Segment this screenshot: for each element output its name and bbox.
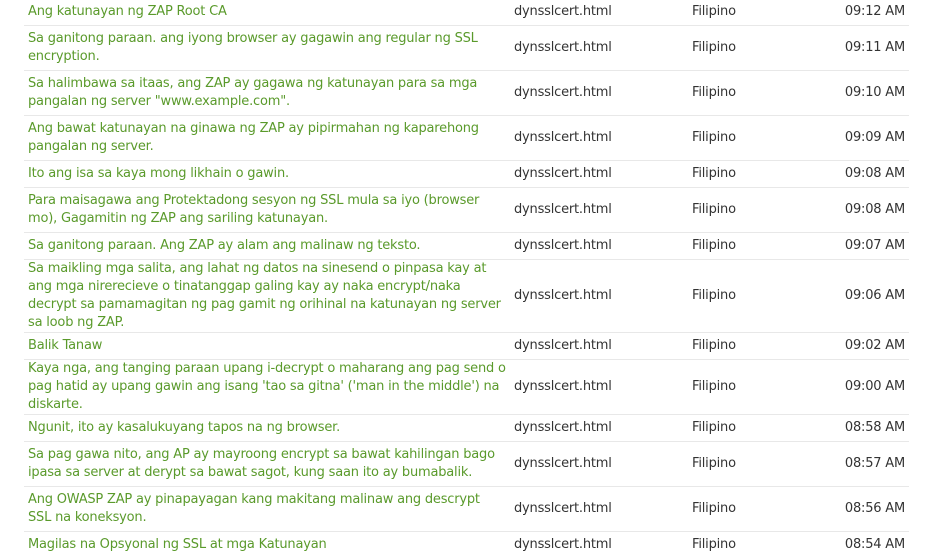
time-cell: 09:10 AM — [816, 70, 909, 116]
language-cell: Filipino — [688, 232, 816, 260]
string-cell: Sa maikling mga salita, ang lahat ng dat… — [24, 259, 510, 333]
language-cell: Filipino — [688, 486, 816, 532]
string-link[interactable]: Ang OWASP ZAP ay pinapayagan kang makita… — [28, 492, 480, 525]
string-cell: Magilas na Opsyonal ng SSL at mga Katuna… — [24, 531, 510, 558]
file-cell: dynsslcert.html — [510, 70, 688, 116]
file-cell: dynsslcert.html — [510, 187, 688, 233]
activity-list-container: Ang katunayan ng ZAP Root CA dynsslcert.… — [0, 0, 942, 558]
string-link[interactable]: Sa pag gawa nito, ang AP ay mayroong enc… — [28, 447, 495, 480]
string-cell: Ang katunayan ng ZAP Root CA — [24, 0, 510, 26]
table-row: Magilas na Opsyonal ng SSL at mga Katuna… — [24, 531, 909, 558]
string-link[interactable]: Sa ganitong paraan. ang iyong browser ay… — [28, 31, 478, 64]
table-row: Sa ganitong paraan. ang iyong browser ay… — [24, 25, 909, 71]
string-cell: Sa pag gawa nito, ang AP ay mayroong enc… — [24, 441, 510, 487]
language-cell: Filipino — [688, 115, 816, 161]
time-cell: 09:11 AM — [816, 25, 909, 71]
language-cell: Filipino — [688, 332, 816, 360]
string-cell: Para maisagawa ang Protektadong sesyon n… — [24, 187, 510, 233]
file-cell: dynsslcert.html — [510, 25, 688, 71]
string-cell: Kaya nga, ang tanging paraan upang i-dec… — [24, 359, 510, 415]
string-cell: Sa ganitong paraan. Ang ZAP ay alam ang … — [24, 232, 510, 260]
time-cell: 09:09 AM — [816, 115, 909, 161]
time-cell: 09:12 AM — [816, 0, 909, 26]
string-cell: Ang bawat katunayan na ginawa ng ZAP ay … — [24, 115, 510, 161]
string-cell: Ito ang isa sa kaya mong likhain o gawin… — [24, 160, 510, 188]
string-link[interactable]: Kaya nga, ang tanging paraan upang i-dec… — [28, 361, 506, 412]
table-row: Balik Tanaw dynsslcert.html Filipino 09:… — [24, 332, 909, 360]
string-cell: Ang OWASP ZAP ay pinapayagan kang makita… — [24, 486, 510, 532]
file-cell: dynsslcert.html — [510, 531, 688, 558]
table-row: Ang OWASP ZAP ay pinapayagan kang makita… — [24, 486, 909, 532]
time-cell: 09:02 AM — [816, 332, 909, 360]
string-link[interactable]: Para maisagawa ang Protektadong sesyon n… — [28, 193, 479, 226]
activity-table: Ang katunayan ng ZAP Root CA dynsslcert.… — [24, 0, 909, 558]
table-row: Sa pag gawa nito, ang AP ay mayroong enc… — [24, 441, 909, 487]
table-row: Para maisagawa ang Protektadong sesyon n… — [24, 187, 909, 233]
language-cell: Filipino — [688, 414, 816, 442]
file-cell: dynsslcert.html — [510, 259, 688, 333]
language-cell: Filipino — [688, 0, 816, 26]
table-row: Ang katunayan ng ZAP Root CA dynsslcert.… — [24, 0, 909, 26]
string-link[interactable]: Sa halimbawa sa itaas, ang ZAP ay gagawa… — [28, 76, 477, 109]
language-cell: Filipino — [688, 441, 816, 487]
table-row: Kaya nga, ang tanging paraan upang i-dec… — [24, 359, 909, 415]
file-cell: dynsslcert.html — [510, 359, 688, 415]
table-row: Sa halimbawa sa itaas, ang ZAP ay gagawa… — [24, 70, 909, 116]
string-link[interactable]: Balik Tanaw — [28, 338, 102, 353]
language-cell: Filipino — [688, 259, 816, 333]
file-cell: dynsslcert.html — [510, 332, 688, 360]
string-cell: Ngunit, ito ay kasalukuyang tapos na ng … — [24, 414, 510, 442]
string-cell: Sa halimbawa sa itaas, ang ZAP ay gagawa… — [24, 70, 510, 116]
string-link[interactable]: Sa maikling mga salita, ang lahat ng dat… — [28, 261, 501, 330]
string-cell: Sa ganitong paraan. ang iyong browser ay… — [24, 25, 510, 71]
file-cell: dynsslcert.html — [510, 160, 688, 188]
time-cell: 09:00 AM — [816, 359, 909, 415]
table-row: Ngunit, ito ay kasalukuyang tapos na ng … — [24, 414, 909, 442]
table-row: Sa ganitong paraan. Ang ZAP ay alam ang … — [24, 232, 909, 260]
time-cell: 09:07 AM — [816, 232, 909, 260]
language-cell: Filipino — [688, 70, 816, 116]
string-cell: Balik Tanaw — [24, 332, 510, 360]
time-cell: 08:58 AM — [816, 414, 909, 442]
file-cell: dynsslcert.html — [510, 441, 688, 487]
language-cell: Filipino — [688, 160, 816, 188]
file-cell: dynsslcert.html — [510, 414, 688, 442]
time-cell: 09:06 AM — [816, 259, 909, 333]
file-cell: dynsslcert.html — [510, 0, 688, 26]
string-link[interactable]: Ang bawat katunayan na ginawa ng ZAP ay … — [28, 121, 479, 154]
time-cell: 08:57 AM — [816, 441, 909, 487]
language-cell: Filipino — [688, 25, 816, 71]
time-cell: 09:08 AM — [816, 160, 909, 188]
time-cell: 08:54 AM — [816, 531, 909, 558]
table-row: Ito ang isa sa kaya mong likhain o gawin… — [24, 160, 909, 188]
file-cell: dynsslcert.html — [510, 115, 688, 161]
string-link[interactable]: Magilas na Opsyonal ng SSL at mga Katuna… — [28, 537, 327, 552]
time-cell: 08:56 AM — [816, 486, 909, 532]
file-cell: dynsslcert.html — [510, 232, 688, 260]
language-cell: Filipino — [688, 531, 816, 558]
string-link[interactable]: Ito ang isa sa kaya mong likhain o gawin… — [28, 166, 289, 181]
file-cell: dynsslcert.html — [510, 486, 688, 532]
language-cell: Filipino — [688, 359, 816, 415]
language-cell: Filipino — [688, 187, 816, 233]
string-link[interactable]: Ngunit, ito ay kasalukuyang tapos na ng … — [28, 420, 340, 435]
table-row: Ang bawat katunayan na ginawa ng ZAP ay … — [24, 115, 909, 161]
time-cell: 09:08 AM — [816, 187, 909, 233]
string-link[interactable]: Sa ganitong paraan. Ang ZAP ay alam ang … — [28, 238, 421, 253]
string-link[interactable]: Ang katunayan ng ZAP Root CA — [28, 4, 227, 19]
table-row: Sa maikling mga salita, ang lahat ng dat… — [24, 259, 909, 333]
